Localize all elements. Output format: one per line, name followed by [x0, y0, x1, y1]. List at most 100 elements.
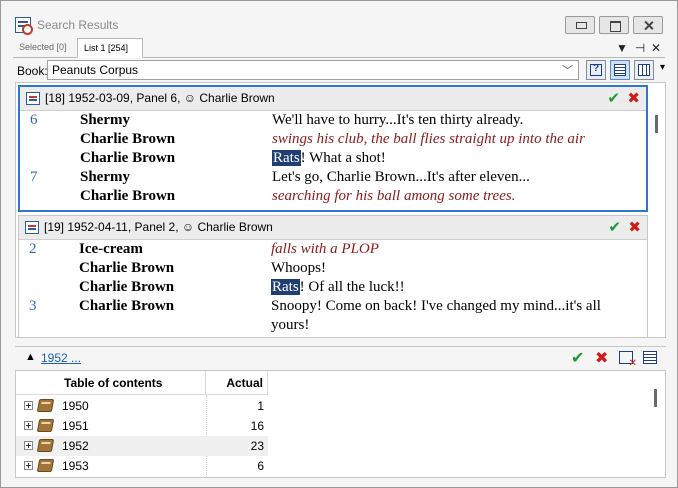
pin-icon[interactable]: ⊣ [633, 41, 647, 55]
book-icon [36, 459, 55, 472]
search-results-window: Search Results Selected [0] List 1 [254]… [0, 0, 678, 488]
dialogue-line: 6 Shermy We'll have to hurry...It's ten … [20, 111, 646, 130]
maximize-button[interactable] [599, 16, 629, 34]
checkmark-icon[interactable]: ✔ [571, 348, 584, 368]
collapse-triangle-icon[interactable]: ▲ [25, 351, 36, 363]
panel-number: 2 [29, 241, 37, 257]
remove-from-list-icon[interactable] [619, 351, 637, 369]
book-select[interactable]: Peanuts Corpus ﹀ [47, 60, 579, 80]
line-text-rest: ! What a shot! [300, 150, 386, 166]
speaker: Charlie Brown [80, 150, 176, 166]
expand-icon[interactable] [24, 421, 33, 430]
panel-number: 6 [30, 112, 38, 128]
help-topic-button[interactable] [586, 60, 606, 80]
checkmark-icon[interactable]: ✔ [607, 87, 620, 110]
title-bar: Search Results [1, 1, 677, 37]
speaker: Charlie Brown [80, 131, 176, 147]
stage-direction: searching for his ball among some trees. [272, 188, 516, 204]
results-list[interactable]: [18] 1952-03-09, Panel 6, ☺ Charlie Brow… [15, 82, 666, 338]
panel-number: 3 [29, 298, 37, 314]
stage-direction: falls with a PLOP [271, 241, 379, 257]
grid-view-icon [614, 64, 626, 76]
speaker: Shermy [80, 112, 130, 128]
triangle-down-icon[interactable]: ▼ [615, 41, 629, 55]
speaker: Charlie Brown [80, 188, 176, 204]
dialogue-line: 2 Ice-cream falls with a PLOP [19, 240, 645, 259]
window-title: Search Results [37, 18, 119, 32]
toc-toolbar: ▲ 1952 ... ✔ ✖ [15, 346, 666, 369]
expand-icon[interactable] [24, 401, 33, 410]
toc-row-count: 16 [250, 419, 264, 433]
result-title: [18] 1952-03-09, Panel 6, ☺ Charlie Brow… [45, 91, 275, 105]
result-card[interactable]: [18] 1952-03-09, Panel 6, ☺ Charlie Brow… [18, 85, 648, 212]
panel-number: 7 [30, 169, 38, 185]
expand-icon[interactable] [24, 441, 33, 450]
speaker: Ice-cream [79, 241, 143, 257]
table-of-contents[interactable]: Table of contents Actual 1950 1 1951 16 … [15, 370, 666, 478]
columns-icon [638, 64, 650, 76]
help-icon [590, 63, 602, 76]
close-window-button[interactable] [633, 16, 663, 34]
toc-row-label: 1950 [62, 399, 89, 413]
result-card[interactable]: [19] 1952-04-11, Panel 2, ☺ Charlie Brow… [18, 215, 648, 337]
expand-icon[interactable] [24, 461, 33, 470]
dialogue-line: 7 Shermy Let's go, Charlie Brown...It's … [20, 168, 646, 187]
speaker: Shermy [80, 169, 130, 185]
line-text: We'll have to hurry...It's ten thirty al… [272, 112, 524, 128]
dialogue-line: 3 Charlie Brown Snoopy! Come on back! I'… [19, 297, 645, 316]
tab-strip: Selected [0] List 1 [254] [13, 38, 665, 58]
list-properties-icon[interactable] [643, 351, 657, 364]
book-icon [36, 439, 55, 452]
toc-column-header-name[interactable]: Table of contents [16, 371, 206, 395]
columns-view-button[interactable] [634, 60, 665, 80]
toc-scrollbar[interactable] [654, 389, 657, 407]
toc-path-link[interactable]: 1952 ... [41, 351, 81, 365]
line-text: Rats! Of all the luck!! [271, 278, 623, 297]
toc-row-label: 1951 [62, 419, 89, 433]
tab-list-1[interactable]: List 1 [254] [77, 38, 143, 58]
delete-icon[interactable]: ✖ [628, 216, 641, 239]
line-text: Snoopy! Come on back! I've changed my mi… [271, 298, 601, 314]
line-text: Whoops! [271, 260, 326, 276]
speaker: Charlie Brown [79, 298, 175, 314]
result-title: [19] 1952-04-11, Panel 2, ☺ Charlie Brow… [44, 220, 273, 234]
minimize-button[interactable] [565, 16, 595, 34]
strip-icon [25, 221, 39, 234]
toc-row-label: 1952 [62, 439, 89, 453]
dialogue-line: Charlie Brown swings his club, the ball … [20, 130, 646, 149]
delete-icon[interactable]: ✖ [595, 348, 608, 368]
search-hit[interactable]: Rats [272, 150, 301, 166]
dialogue-line: Charlie Brown Whoops! [19, 259, 645, 278]
line-text: Let's go, Charlie Brown...It's after ele… [272, 169, 530, 185]
line-text: yours! [271, 317, 310, 333]
result-header: [19] 1952-04-11, Panel 2, ☺ Charlie Brow… [19, 216, 647, 240]
dialogue-line: Charlie Brown Rats! Of all the luck!! [19, 278, 645, 297]
toc-row[interactable]: 1950 1 [16, 396, 268, 416]
book-icon [36, 399, 55, 412]
grid-view-button[interactable] [610, 60, 630, 80]
book-select-value: Peanuts Corpus [52, 63, 139, 77]
dialogue-line: Charlie Brown Rats! What a shot! [20, 149, 646, 168]
toc-row-count: 23 [250, 439, 264, 453]
book-label: Book: [17, 64, 48, 78]
results-scrollbar[interactable] [655, 115, 658, 133]
line-text: Rats! What a shot! [272, 149, 624, 168]
strip-icon [26, 92, 40, 105]
toc-column-header-actual[interactable]: Actual [206, 371, 268, 395]
toc-row[interactable]: 1951 16 [16, 416, 268, 436]
search-hit[interactable]: Rats [271, 279, 300, 295]
toc-row-count: 6 [257, 459, 264, 473]
speaker: Charlie Brown [79, 260, 175, 276]
search-results-app-icon [15, 17, 33, 35]
toc-row[interactable]: 1953 6 [16, 456, 268, 476]
delete-icon[interactable]: ✖ [627, 87, 640, 110]
tab-selected[interactable]: Selected [0] [13, 38, 75, 58]
toc-row-label: 1953 [62, 459, 89, 473]
close-tab-icon[interactable]: ✕ [649, 41, 663, 55]
speaker: Charlie Brown [79, 279, 175, 295]
dialogue-line: Charlie Brown searching for his ball amo… [20, 187, 646, 206]
dialogue-line: yours! [19, 316, 645, 335]
toc-row[interactable]: 1952 23 [16, 436, 268, 456]
result-header: [18] 1952-03-09, Panel 6, ☺ Charlie Brow… [20, 87, 646, 111]
checkmark-icon[interactable]: ✔ [608, 216, 621, 239]
